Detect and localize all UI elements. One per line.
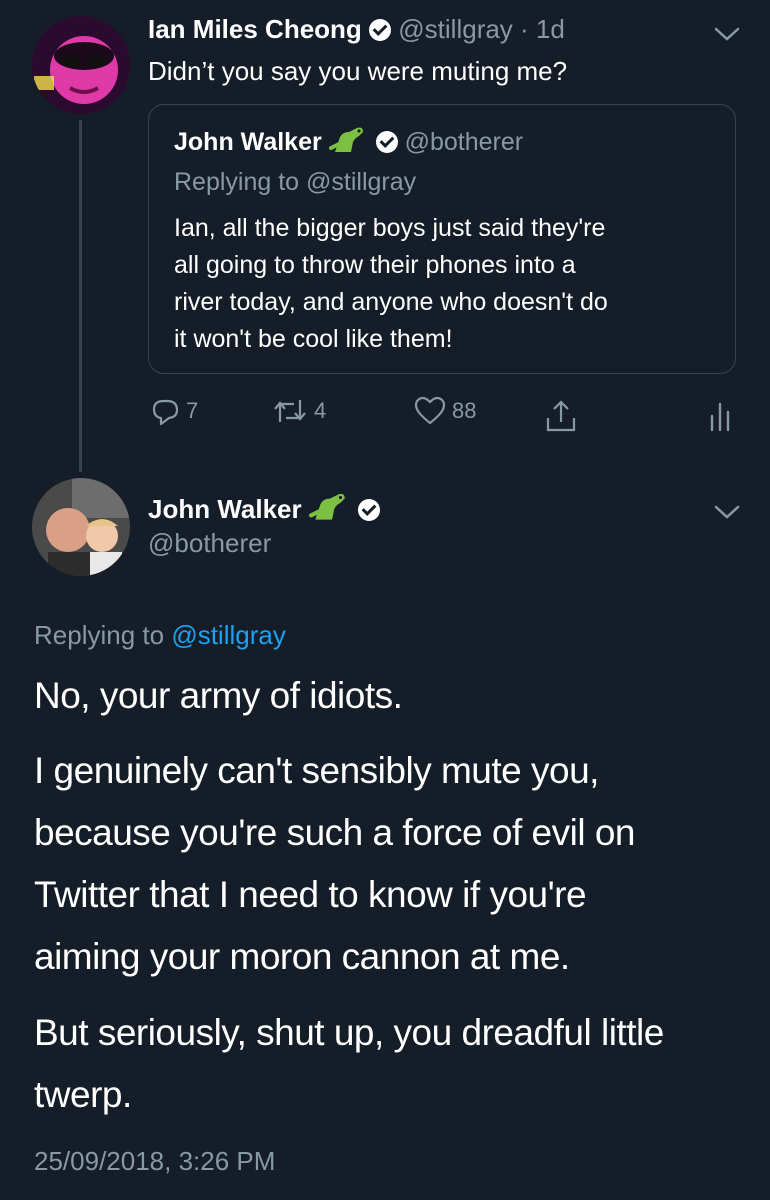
tweet2-line: because you're such a force of evil on — [34, 812, 636, 853]
quoted-handle: @botherer — [404, 128, 524, 156]
tweet2-line: Twitter that I need to know if you're — [34, 874, 587, 915]
tweet1-header: Ian Miles Cheong @stillgray · 1d — [148, 12, 565, 46]
tweet2-author: John Walker — [148, 490, 381, 526]
share-icon[interactable] — [544, 398, 578, 434]
quoted-verified-badge-icon — [375, 131, 398, 153]
tweet2-body: No, your army of idiots. I genuinely can… — [34, 668, 754, 1126]
tweet2-line: twerp. — [34, 1074, 132, 1115]
tweet2-author-name[interactable]: John Walker — [148, 494, 302, 524]
verified-badge-icon — [358, 499, 381, 521]
tweet2-replying-handle-link[interactable]: @stillgray — [171, 620, 286, 650]
quoted-text-line: Ian, all the bigger boys just said they'… — [174, 214, 606, 242]
tweet1-author-name[interactable]: Ian Miles Cheong — [148, 14, 362, 44]
retweet-button[interactable]: 4 — [272, 396, 326, 426]
tweet2-paragraph-2: I genuinely can't sensibly mute you, bec… — [34, 740, 754, 988]
tweet2-line: I genuinely can't sensibly mute you, — [34, 750, 599, 791]
tweet1-text: Didn’t you say you were muting me? — [148, 56, 568, 86]
retweet-icon — [274, 400, 306, 422]
tweet1-age[interactable]: · 1d — [520, 14, 565, 44]
quoted-text-line: it won't be cool like them! — [174, 325, 453, 353]
tweet2-replying-prefix: Replying to — [34, 620, 165, 650]
tweet2-paragraph-1: No, your army of idiots. — [34, 675, 403, 716]
tweet1-handle[interactable]: @stillgray — [398, 14, 513, 44]
like-count: 88 — [452, 398, 477, 423]
chevron-down-icon[interactable] — [712, 24, 742, 44]
avatar-john-walker[interactable] — [32, 478, 130, 576]
thread-connector-line — [79, 120, 82, 472]
tweet2-line: aiming your moron cannon at me. — [34, 936, 570, 977]
analytics-icon[interactable] — [706, 400, 734, 432]
quoted-text-line: all going to throw their phones into a — [174, 251, 576, 279]
quoted-replying-handle: @stillgray — [306, 168, 417, 196]
dinosaur-emoji-icon — [308, 493, 345, 520]
reply-count: 7 — [186, 398, 199, 423]
tweet2-handle[interactable]: @botherer — [148, 526, 271, 560]
tweet2-replying-to: Replying to @stillgray — [34, 618, 286, 652]
verified-badge-icon — [369, 19, 392, 41]
retweet-count: 4 — [314, 398, 327, 423]
avatar-john-walker-image — [32, 478, 130, 576]
avatar-ian-image — [32, 16, 130, 114]
like-button[interactable]: 88 — [414, 396, 476, 426]
quoted-text: Ian, all the bigger boys just said they'… — [174, 210, 608, 358]
tweet2-paragraph-3: But seriously, shut up, you dreadful lit… — [34, 1002, 754, 1126]
tweet2-timestamp[interactable]: 25/09/2018, 3:26 PM — [34, 1144, 275, 1178]
quoted-header: John Walker @botherer — [174, 124, 523, 158]
dinosaur-emoji-icon — [328, 127, 363, 152]
heart-icon — [414, 396, 446, 425]
quoted-author-name: John Walker — [174, 128, 322, 156]
quoted-replying-prefix: Replying to — [174, 168, 300, 196]
reply-button[interactable]: 7 — [150, 396, 198, 426]
quoted-text-line: river today, and anyone who doesn't do — [174, 288, 608, 316]
quoted-replying-to: Replying to @stillgray — [174, 166, 416, 198]
chevron-down-icon[interactable] — [712, 502, 742, 522]
tweet2-line: But seriously, shut up, you dreadful lit… — [34, 1012, 664, 1053]
avatar-ian[interactable] — [32, 16, 130, 114]
reply-icon — [152, 399, 179, 426]
